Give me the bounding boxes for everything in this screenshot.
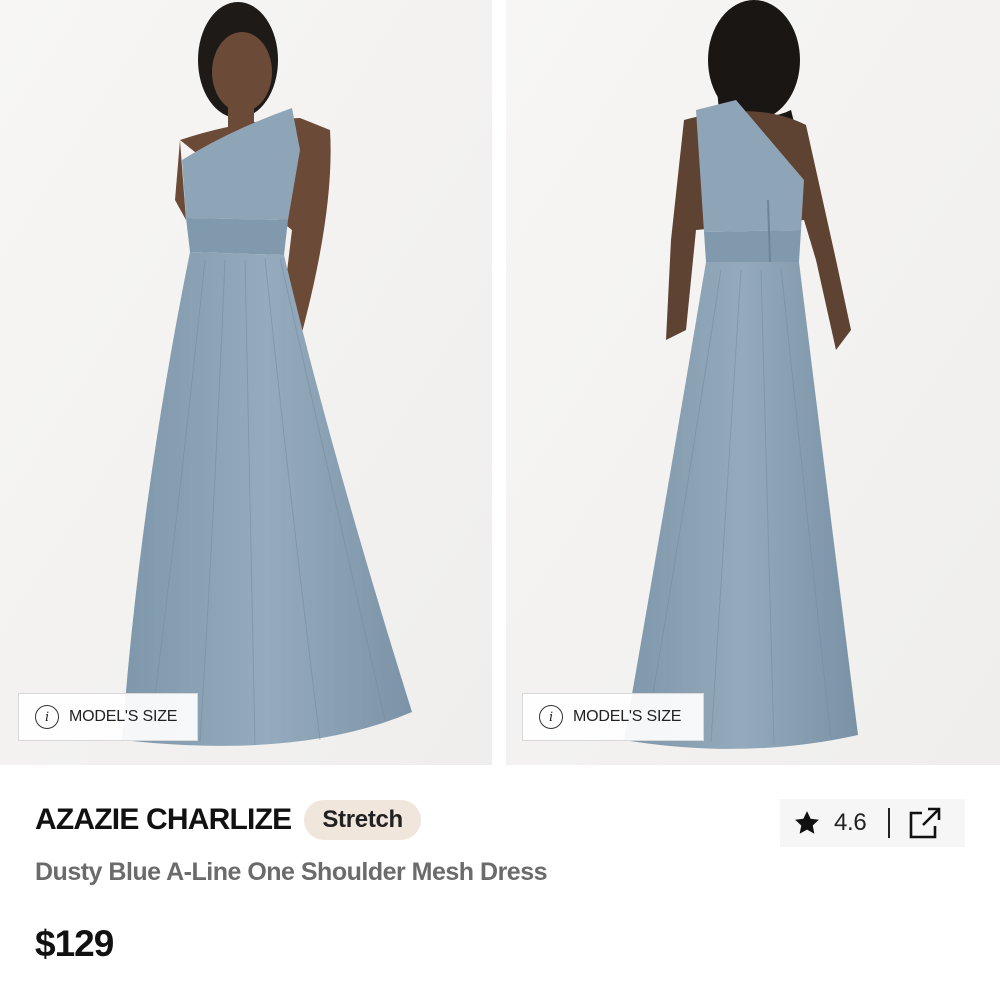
info-icon: i — [35, 705, 59, 729]
dress-back-illustration — [506, 0, 1000, 765]
stretch-badge: Stretch — [304, 800, 421, 840]
dress-front-illustration — [0, 0, 492, 765]
info-icon: i — [539, 705, 563, 729]
product-subtitle: Dusty Blue A-Line One Shoulder Mesh Dres… — [35, 858, 548, 886]
product-image-front[interactable]: i MODEL'S SIZE — [0, 0, 492, 765]
model-size-button[interactable]: i MODEL'S SIZE — [522, 693, 704, 741]
product-actions: 4.6 — [780, 799, 965, 847]
model-size-label: MODEL'S SIZE — [573, 708, 682, 725]
product-header: AZAZIE CHARLIZE Stretch — [35, 800, 421, 840]
model-size-label: MODEL'S SIZE — [69, 708, 178, 725]
rating-value: 4.6 — [834, 809, 867, 836]
brand-name[interactable]: AZAZIE CHARLIZE — [35, 803, 292, 837]
divider — [888, 808, 891, 838]
share-icon[interactable] — [908, 806, 942, 840]
product-image-back[interactable]: i MODEL'S SIZE — [506, 0, 1000, 765]
product-price: $129 — [35, 923, 114, 964]
star-icon — [792, 808, 822, 838]
rating-button[interactable]: 4.6 — [780, 808, 867, 838]
model-size-button[interactable]: i MODEL'S SIZE — [18, 693, 198, 741]
product-gallery: i MODEL'S SIZE i MODEL'S SIZE — [0, 0, 1000, 765]
